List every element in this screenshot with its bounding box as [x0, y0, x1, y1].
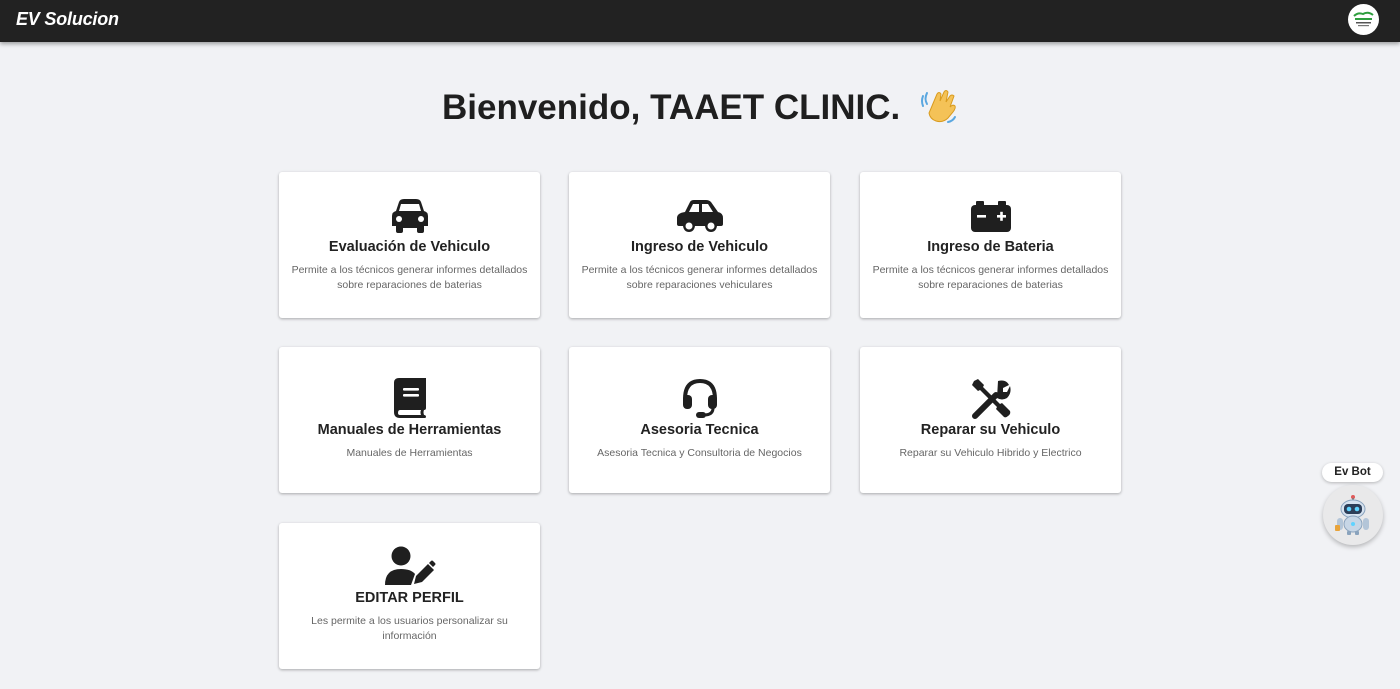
robot-icon [1335, 495, 1369, 535]
car-front-icon [279, 195, 540, 237]
card-description: Permite a los técnicos generar informes … [581, 264, 818, 291]
headset-icon [569, 377, 830, 419]
battery-icon [860, 195, 1121, 237]
waving-hand-icon [920, 87, 958, 134]
tools-icon [860, 377, 1121, 419]
card-title: Asesoria Tecnica [640, 422, 759, 438]
card-ingreso-bateria[interactable]: Ingreso de Bateria Permite a los técnico… [860, 172, 1121, 318]
car-side-icon [569, 195, 830, 237]
card-manuales-herramientas[interactable]: Manuales de Herramientas Manuales de Her… [279, 347, 540, 493]
card-description: Permite a los técnicos generar informes … [872, 264, 1109, 291]
card-title: EDITAR PERFIL [355, 590, 464, 606]
card-title: Manuales de Herramientas [317, 422, 502, 438]
card-editar-perfil[interactable]: EDITAR PERFIL Les permite a los usuarios… [279, 523, 540, 669]
chatbot-button[interactable] [1323, 485, 1383, 545]
welcome-text: Bienvenido, TAAET CLINIC. [442, 88, 901, 127]
book-icon [279, 377, 540, 419]
card-description: Manuales de Herramientas [346, 447, 473, 459]
top-app-bar: EV Solucion [0, 0, 1400, 42]
chatbot-label: Ev Bot [1322, 463, 1383, 482]
card-ingreso-vehiculo[interactable]: Ingreso de Vehiculo Permite a los técnic… [569, 172, 830, 318]
card-asesoria-tecnica[interactable]: Asesoria Tecnica Asesoria Tecnica y Cons… [569, 347, 830, 493]
user-edit-icon [279, 545, 540, 587]
card-description: Asesoria Tecnica y Consultoria de Negoci… [597, 447, 802, 459]
card-evaluacion-vehiculo[interactable]: Evaluación de Vehiculo Permite a los téc… [279, 172, 540, 318]
user-avatar[interactable] [1348, 4, 1379, 35]
card-description: Les permite a los usuarios personalizar … [311, 615, 508, 642]
avatar-logo-icon [1349, 5, 1378, 34]
card-title: Ingreso de Vehiculo [631, 239, 768, 255]
card-title: Evaluación de Vehiculo [328, 239, 491, 255]
card-reparar-vehiculo[interactable]: Reparar su Vehiculo Reparar su Vehiculo … [860, 347, 1121, 493]
card-title: Reparar su Vehiculo [920, 422, 1061, 438]
card-description: Permite a los técnicos generar informes … [291, 264, 528, 291]
card-description: Reparar su Vehiculo Hibrido y Electrico [899, 447, 1082, 459]
welcome-heading: Bienvenido, TAAET CLINIC. [0, 87, 1400, 134]
card-title: Ingreso de Bateria [927, 239, 1054, 255]
brand-logo-text[interactable]: EV Solucion [16, 9, 119, 30]
